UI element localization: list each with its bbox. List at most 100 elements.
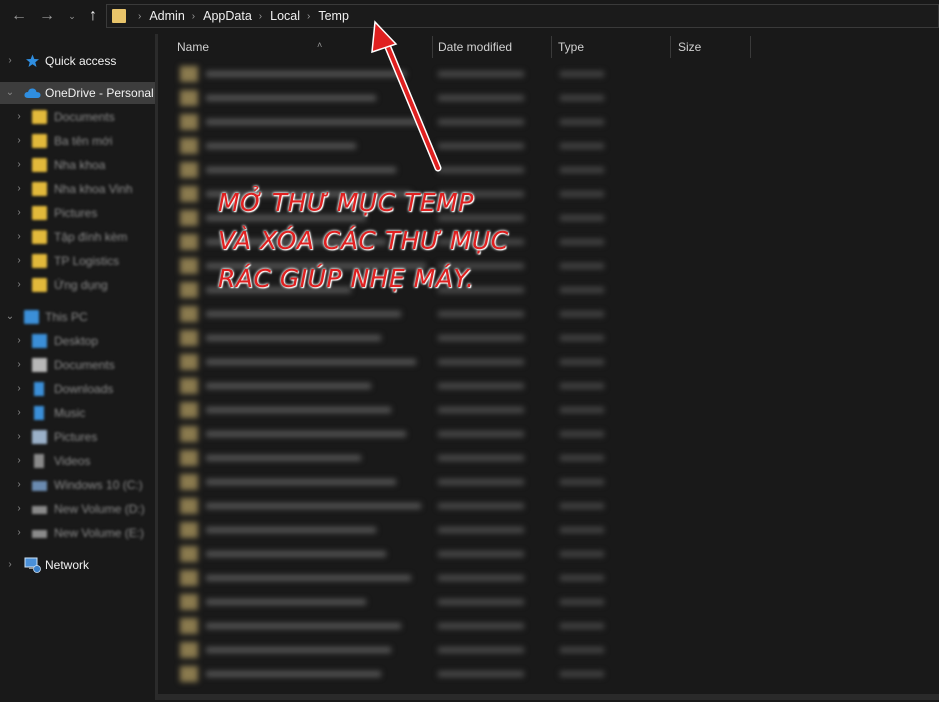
table-row[interactable] <box>176 470 616 494</box>
table-row[interactable] <box>176 638 616 662</box>
table-row[interactable] <box>176 158 616 182</box>
table-row[interactable] <box>176 542 616 566</box>
table-row[interactable] <box>176 350 616 374</box>
row-type <box>560 263 604 269</box>
column-header-date-modified[interactable]: Date modified <box>438 34 551 60</box>
row-date <box>438 383 524 389</box>
table-row[interactable] <box>176 566 616 590</box>
chevron-right-icon[interactable]: › <box>14 426 24 448</box>
chevron-right-icon[interactable]: › <box>14 226 24 248</box>
folder-icon <box>32 182 47 196</box>
table-row[interactable] <box>176 62 616 86</box>
sidebar-item-label: Tập đính kèm <box>54 230 128 244</box>
row-type <box>560 143 604 149</box>
row-name <box>206 431 406 437</box>
column-header-name[interactable]: ˄ Name <box>177 34 432 60</box>
recent-locations-button[interactable]: ⌄ <box>66 6 78 26</box>
table-row[interactable] <box>176 302 616 326</box>
table-row[interactable] <box>176 446 616 470</box>
chevron-right-icon[interactable]: › <box>5 554 15 576</box>
table-row[interactable] <box>176 86 616 110</box>
chevron-right-icon[interactable]: › <box>14 330 24 352</box>
column-divider[interactable] <box>750 36 751 58</box>
chevron-right-icon[interactable]: › <box>14 106 24 128</box>
chevron-right-icon[interactable]: › <box>14 250 24 272</box>
up-arrow-icon: ↑ <box>89 7 97 24</box>
folder-icon <box>180 402 198 418</box>
table-row[interactable] <box>176 590 616 614</box>
row-date <box>438 359 524 365</box>
chevron-down-icon[interactable]: ⌄ <box>5 82 15 104</box>
table-row[interactable] <box>176 398 616 422</box>
row-date <box>438 431 524 437</box>
table-row[interactable] <box>176 230 616 254</box>
horizontal-scrollbar[interactable] <box>158 694 939 700</box>
chevron-right-icon[interactable]: › <box>14 154 24 176</box>
chevron-right-icon[interactable]: › <box>192 11 195 22</box>
table-row[interactable] <box>176 614 616 638</box>
breadcrumb-local[interactable]: Local <box>270 9 300 23</box>
table-row[interactable] <box>176 278 616 302</box>
chevron-right-icon[interactable]: › <box>5 50 15 72</box>
breadcrumb-temp[interactable]: Temp <box>318 9 349 23</box>
row-name <box>206 551 386 557</box>
row-date <box>438 599 524 605</box>
table-row[interactable] <box>176 182 616 206</box>
chevron-right-icon[interactable]: › <box>14 378 24 400</box>
breadcrumb-admin[interactable]: Admin <box>149 9 184 23</box>
column-header-size[interactable]: Size <box>678 34 750 60</box>
chevron-right-icon[interactable]: › <box>14 354 24 376</box>
music-icon <box>34 406 44 420</box>
back-button[interactable]: ← <box>10 6 28 26</box>
table-row[interactable] <box>176 518 616 542</box>
chevron-right-icon[interactable]: › <box>14 178 24 200</box>
table-row[interactable] <box>176 134 616 158</box>
chevron-right-icon[interactable]: › <box>14 274 24 296</box>
row-type <box>560 215 604 221</box>
table-row[interactable] <box>176 662 616 686</box>
row-date <box>438 503 524 509</box>
sidebar-item-label: Windows 10 (C:) <box>54 478 143 492</box>
chevron-down-icon[interactable]: ⌄ <box>5 306 15 328</box>
chevron-right-icon[interactable]: › <box>14 474 24 496</box>
table-row[interactable] <box>176 254 616 278</box>
folder-icon <box>180 522 198 538</box>
chevron-right-icon[interactable]: › <box>14 130 24 152</box>
video-icon <box>34 454 44 468</box>
chevron-right-icon[interactable]: › <box>259 11 262 22</box>
chevron-right-icon[interactable]: › <box>14 498 24 520</box>
row-name <box>206 239 386 245</box>
column-divider[interactable] <box>551 36 552 58</box>
row-name <box>206 383 371 389</box>
chevron-right-icon[interactable]: › <box>14 402 24 424</box>
row-name <box>206 527 376 533</box>
row-type <box>560 71 604 77</box>
address-bar[interactable]: › Admin › AppData › Local › Temp <box>106 4 939 28</box>
row-date <box>438 335 524 341</box>
back-arrow-icon: ← <box>11 7 27 24</box>
sidebar-item-label: Downloads <box>54 382 114 396</box>
folder-icon <box>180 114 198 130</box>
table-row[interactable] <box>176 326 616 350</box>
table-row[interactable] <box>176 110 616 134</box>
chevron-right-icon[interactable]: › <box>14 522 24 544</box>
table-row[interactable] <box>176 374 616 398</box>
chevron-right-icon[interactable]: › <box>14 202 24 224</box>
sidebar-item-onedrive[interactable]: ⌄ OneDrive - Personal <box>0 82 155 104</box>
folder-icon <box>180 546 198 562</box>
sidebar-item-label: Nha khoa Vinh <box>54 182 133 196</box>
breadcrumb-appdata[interactable]: AppData <box>203 9 252 23</box>
column-divider[interactable] <box>670 36 671 58</box>
column-divider[interactable] <box>432 36 433 58</box>
sidebar-item-quick-access[interactable]: › Quick access <box>0 50 155 72</box>
up-button[interactable]: ↑ <box>84 6 102 26</box>
row-name <box>206 479 396 485</box>
chevron-right-icon[interactable]: › <box>307 11 310 22</box>
column-header-type[interactable]: Type <box>558 34 670 60</box>
chevron-right-icon[interactable]: › <box>14 450 24 472</box>
table-row[interactable] <box>176 206 616 230</box>
row-name <box>206 71 406 77</box>
table-row[interactable] <box>176 422 616 446</box>
forward-button[interactable]: → <box>38 6 56 26</box>
table-row[interactable] <box>176 494 616 518</box>
